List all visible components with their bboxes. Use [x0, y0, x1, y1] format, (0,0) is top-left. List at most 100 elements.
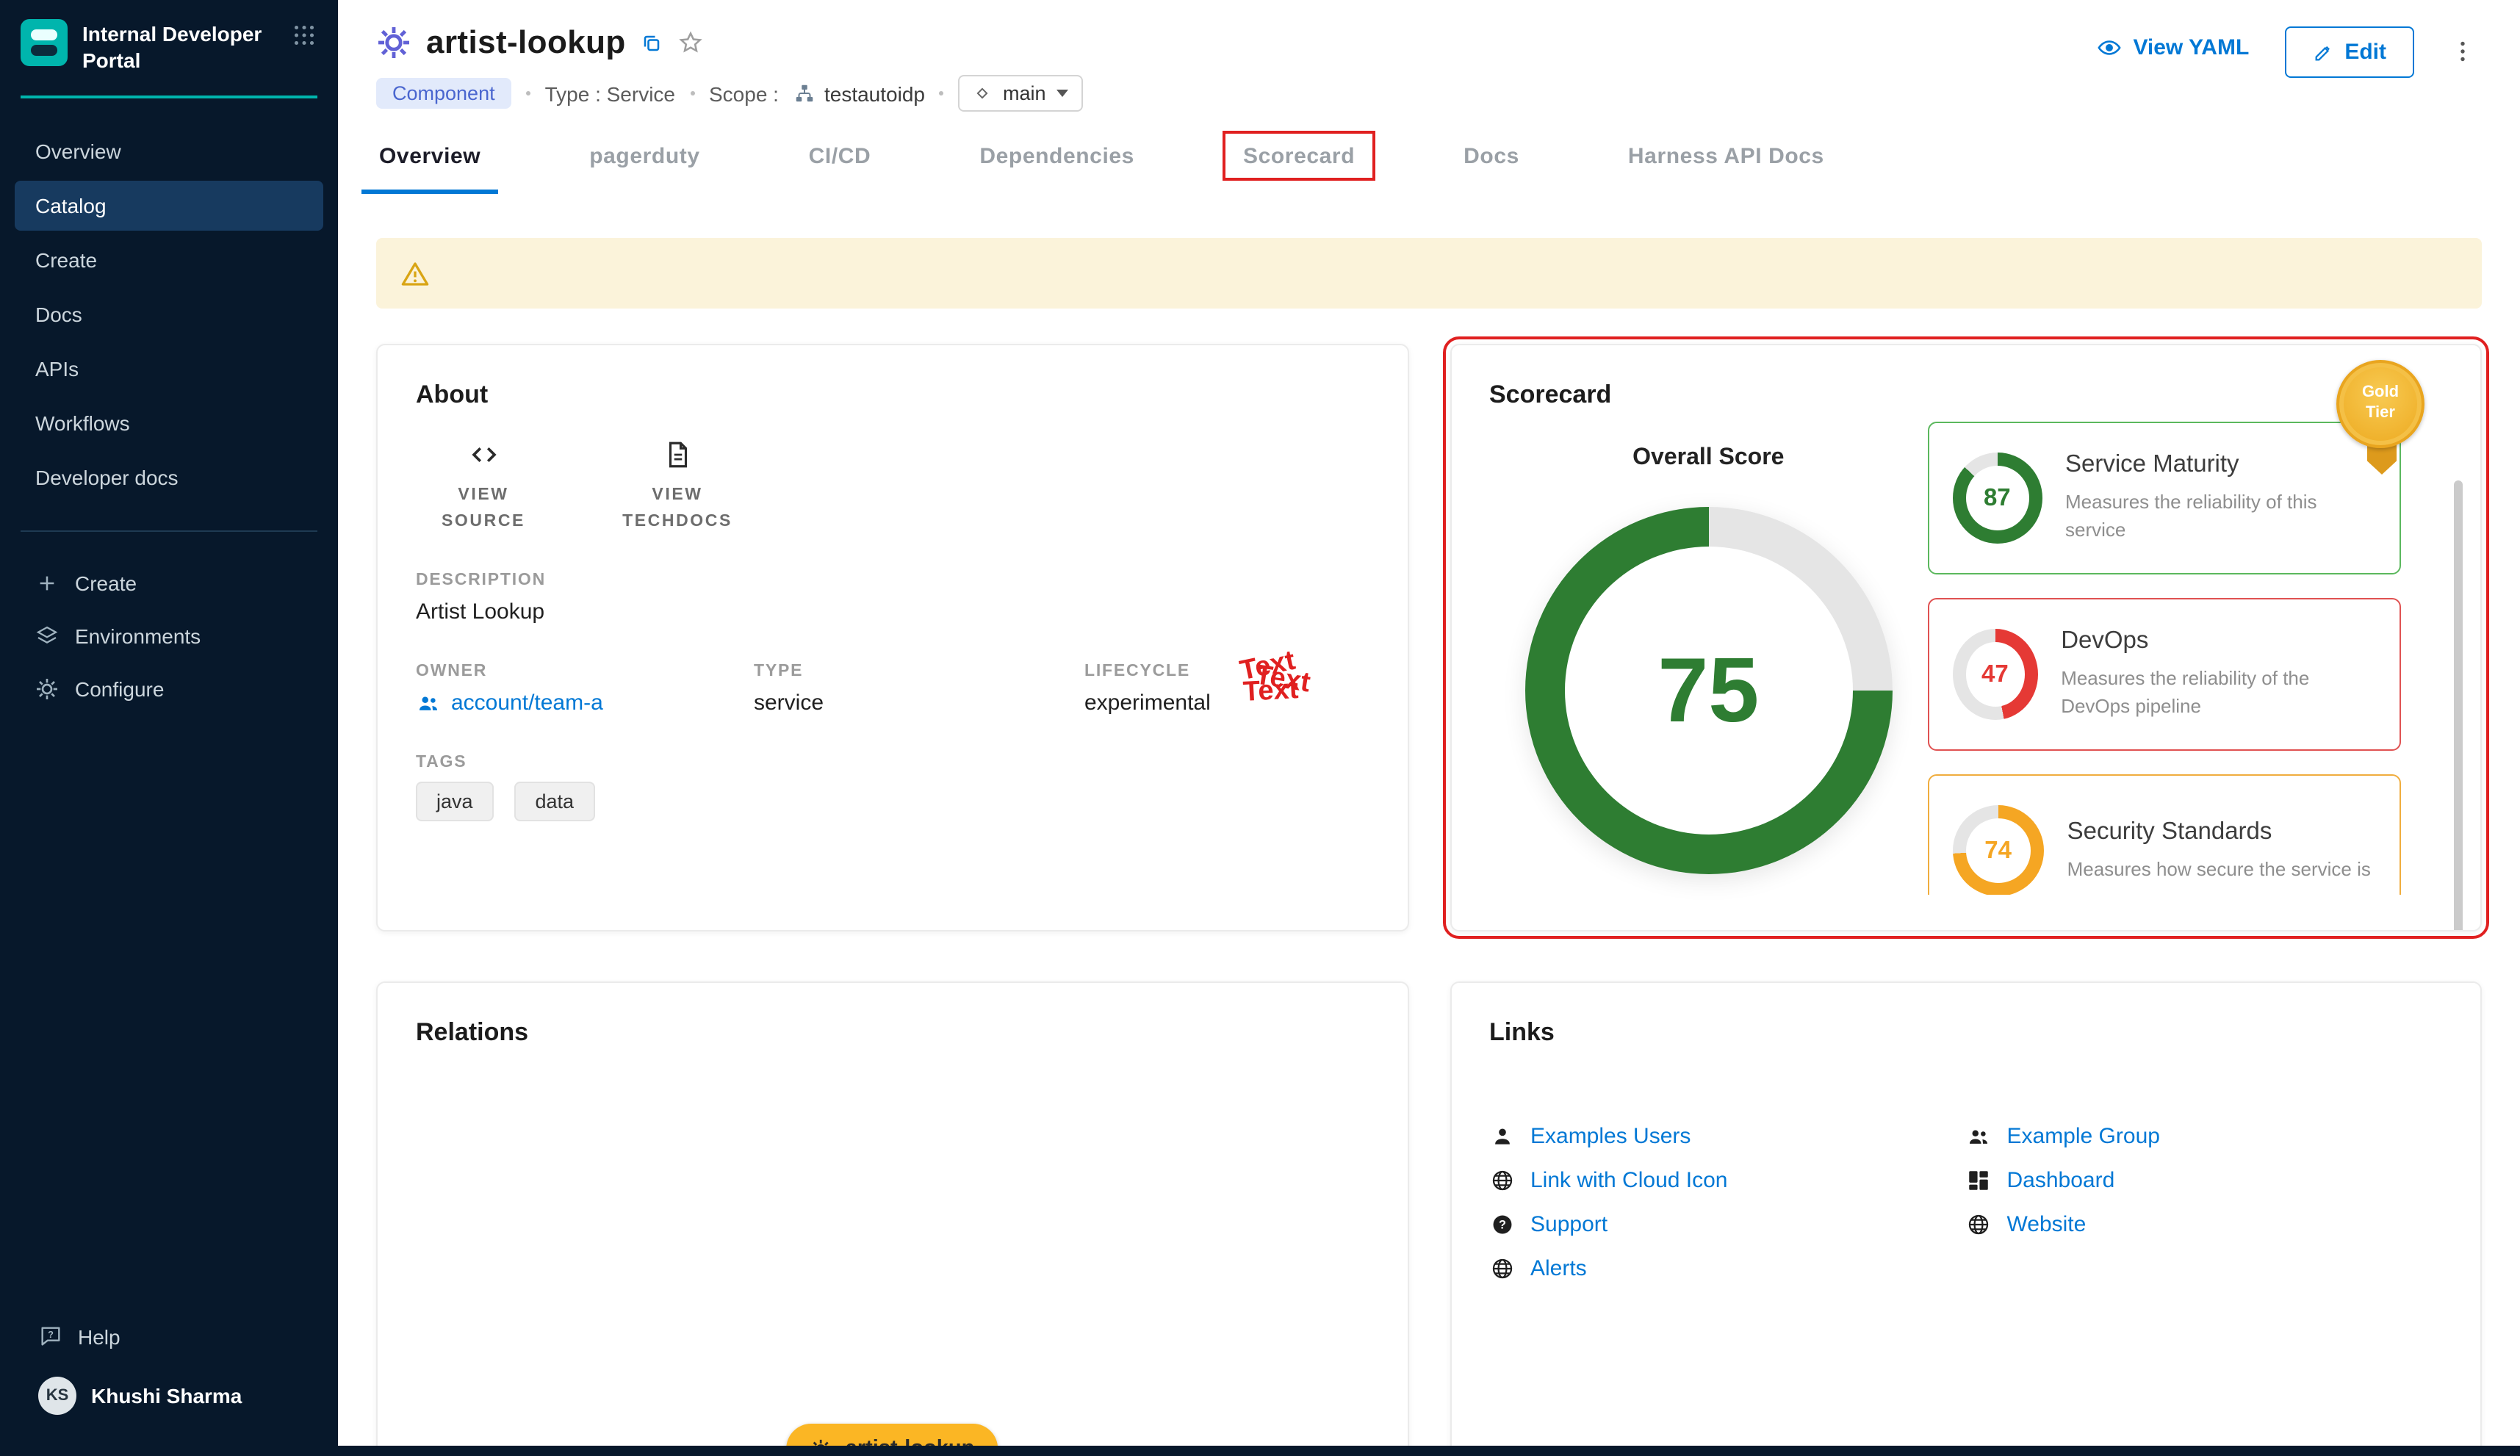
- bottom-row: Relations artist-lookup Links: [376, 981, 2482, 1456]
- edit-button[interactable]: Edit: [2284, 26, 2414, 78]
- tag-chip-java[interactable]: java: [416, 781, 494, 821]
- eye-icon: [2096, 35, 2121, 60]
- scorecard-body: Overall Score 75 87 Servi: [1489, 422, 2442, 895]
- sidebar-item-environments[interactable]: Environments: [15, 612, 323, 662]
- view-source-button[interactable]: VIEW SOURCE: [416, 439, 551, 536]
- scope-value-text: testautoidp: [824, 82, 925, 105]
- tags-block: TAGS java data: [416, 753, 1369, 821]
- entity-header-left: artist-lookup Component Type : Service S…: [376, 24, 1083, 112]
- description-value: Artist Lookup: [416, 599, 1369, 624]
- user-icon: [1489, 1124, 1514, 1149]
- branch-selector[interactable]: main: [959, 75, 1083, 112]
- sidebar-item-create[interactable]: Create: [15, 236, 323, 286]
- tab-bar: Overview pagerduty CI/CD Dependencies Sc…: [338, 123, 2520, 194]
- app-root: Internal Developer Portal Overview Catal…: [0, 0, 2520, 1456]
- sidebar-item-docs[interactable]: Docs: [15, 290, 323, 340]
- tab-dependencies[interactable]: Dependencies: [962, 123, 1152, 194]
- branch-name: main: [1003, 82, 1046, 104]
- red-text-annotation: Text Text Text: [1237, 650, 1340, 715]
- scorecard-item-title: Service Maturity: [2065, 451, 2376, 479]
- tag-chip-data[interactable]: data: [514, 781, 594, 821]
- sidebar-item-workflows[interactable]: Workflows: [15, 399, 323, 449]
- view-techdocs-button[interactable]: VIEW TECHDOCS: [610, 439, 745, 536]
- lifecycle-block: LIFECYCLE experimental Text Text Text: [1084, 662, 1369, 715]
- link-examples-users[interactable]: Examples Users: [1489, 1124, 1966, 1149]
- kebab-menu-icon[interactable]: [2449, 38, 2476, 65]
- globe-icon: [1966, 1212, 1991, 1237]
- component-gear-icon: [376, 25, 411, 60]
- globe-icon: [1489, 1256, 1514, 1281]
- top-row: About VIEW SOURCE VIEW TECHDOCS DESCRIPT…: [376, 344, 2482, 931]
- scorecard-item-title: Security Standards: [2067, 818, 2371, 846]
- sidebar-item-developer-docs[interactable]: Developer docs: [15, 453, 323, 503]
- scorecard-item-desc: Measures the reliability of this service: [2065, 489, 2376, 544]
- scorecard-scrollbar[interactable]: [2454, 480, 2463, 931]
- bottom-strip: [0, 1446, 2520, 1456]
- link-dashboard[interactable]: Dashboard: [1966, 1168, 2443, 1193]
- sidebar-secondary-label: Configure: [75, 678, 164, 702]
- scorecard-item-security-standards[interactable]: 74 Security Standards Measures how secur…: [1928, 774, 2401, 895]
- view-techdocs-label: VIEW TECHDOCS: [610, 483, 745, 536]
- tab-harness-api-docs[interactable]: Harness API Docs: [1610, 123, 1842, 194]
- gold-tier-badge: Gold Tier: [2336, 360, 2427, 448]
- link-example-group[interactable]: Example Group: [1966, 1124, 2443, 1149]
- scorecard-list: 87 Service Maturity Measures the reliabi…: [1928, 422, 2442, 895]
- link-with-cloud-icon[interactable]: Link with Cloud Icon: [1489, 1168, 1966, 1193]
- pencil-icon: [2312, 42, 2333, 62]
- entity-header: artist-lookup Component Type : Service S…: [338, 0, 2520, 123]
- tab-scorecard[interactable]: Scorecard: [1225, 123, 1372, 194]
- link-website[interactable]: Website: [1966, 1212, 2443, 1237]
- view-yaml-button[interactable]: View YAML: [2096, 35, 2249, 60]
- link-label: Dashboard: [2007, 1168, 2115, 1193]
- kind-chip[interactable]: Component: [376, 78, 511, 109]
- tab-overview[interactable]: Overview: [361, 123, 498, 194]
- user-name: Khushi Sharma: [91, 1384, 242, 1408]
- content-area: About VIEW SOURCE VIEW TECHDOCS DESCRIPT…: [338, 194, 2520, 1456]
- link-label: Link with Cloud Icon: [1530, 1168, 1728, 1193]
- help-icon: ?: [1489, 1212, 1514, 1237]
- doc-icon: [662, 439, 693, 470]
- tab-pagerduty[interactable]: pagerduty: [572, 123, 717, 194]
- apps-grid-icon[interactable]: [291, 22, 317, 48]
- separator-dot: [526, 91, 530, 95]
- type-label: Type : Service: [545, 82, 675, 105]
- sidebar-item-create-action[interactable]: Create: [15, 559, 323, 609]
- separator-dot: [940, 91, 944, 95]
- user-menu[interactable]: KS Khushi Sharma: [21, 1362, 317, 1430]
- relations-graph: artist-lookup: [416, 1048, 1369, 1456]
- scorecard-item-title: DevOps: [2061, 627, 2376, 655]
- entity-meta-row: Component Type : Service Scope : testaut…: [376, 75, 1083, 112]
- sidebar-divider: [21, 531, 317, 533]
- edit-label: Edit: [2344, 40, 2386, 65]
- scorecard-item-devops[interactable]: 47 DevOps Measures the reliability of th…: [1928, 598, 2401, 751]
- page-title: artist-lookup: [426, 24, 626, 62]
- tab-docs[interactable]: Docs: [1446, 123, 1537, 194]
- owner-link[interactable]: account/team-a: [416, 690, 754, 715]
- links-title: Links: [1489, 1018, 2442, 1048]
- tab-cicd[interactable]: CI/CD: [791, 123, 889, 194]
- copy-icon[interactable]: [641, 32, 663, 54]
- type-block: TYPE service: [754, 662, 1084, 715]
- sidebar-item-apis[interactable]: APIs: [15, 345, 323, 394]
- link-support[interactable]: ? Support: [1489, 1212, 1966, 1237]
- globe-icon: [1489, 1168, 1514, 1193]
- links-card: Links Examples Users Link with Cloud Ico…: [1450, 981, 2482, 1456]
- sidebar-item-catalog[interactable]: Catalog: [15, 181, 323, 231]
- sidebar-item-overview[interactable]: Overview: [15, 127, 323, 177]
- scorecard-card: Scorecard Gold Tier Overall Score 75: [1450, 344, 2482, 931]
- score-donut: 87: [1953, 453, 2042, 544]
- plus-icon: [35, 572, 59, 596]
- about-fields-row: OWNER account/team-a TYPE service: [416, 662, 1369, 715]
- link-alerts[interactable]: Alerts: [1489, 1256, 1966, 1281]
- star-icon[interactable]: [677, 29, 704, 56]
- sidebar-secondary-nav: Create Environments Configure: [0, 556, 338, 718]
- branch-icon: [973, 84, 993, 103]
- scorecard-item-service-maturity[interactable]: 87 Service Maturity Measures the reliabi…: [1928, 422, 2401, 574]
- help-button[interactable]: ? Help: [21, 1311, 317, 1362]
- avatar: KS: [38, 1377, 76, 1415]
- scorecard-item-desc: Measures the reliability of the DevOps p…: [2061, 666, 2376, 721]
- badge-circle: Gold Tier: [2336, 360, 2424, 448]
- sidebar-footer: ? Help KS Khushi Sharma: [0, 1311, 338, 1456]
- sidebar-item-configure[interactable]: Configure: [15, 665, 323, 715]
- scorecard-title: Scorecard: [1489, 381, 2442, 410]
